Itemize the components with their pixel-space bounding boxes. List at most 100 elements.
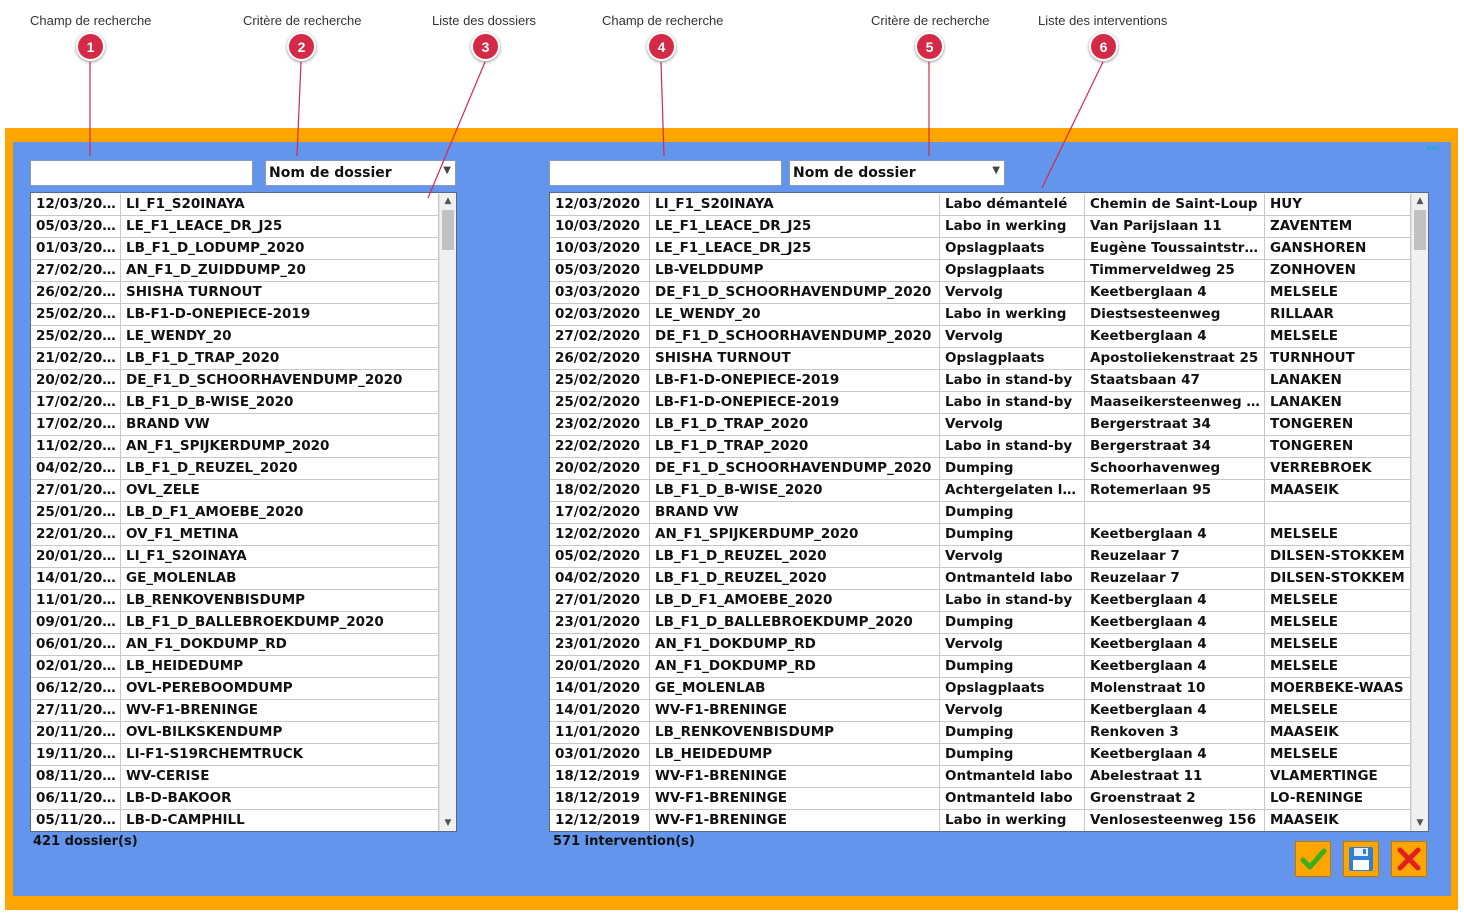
dossier-list-cell: SHISHA TURNOUT bbox=[121, 282, 439, 304]
dossier-list-row[interactable]: 05/11/2019 LB-D-CAMPHILL bbox=[31, 810, 439, 831]
intervention-list-cell: Labo in werking bbox=[940, 304, 1085, 326]
dossier-list-cell: WV-F1-BRENINGE bbox=[121, 700, 439, 722]
intervention-list-row[interactable]: 27/02/2020 DE_F1_D_SCHOORHAVENDUMP_2020 Ve… bbox=[550, 326, 1411, 348]
dossier-list-row[interactable]: 08/11/2019 WV-CERISE bbox=[31, 766, 439, 788]
dossier-list-row[interactable]: 17/02/2020 BRAND VW bbox=[31, 414, 439, 436]
dossier-list-row[interactable]: 19/11/2019 LI-F1-S19RCHEMTRUCK bbox=[31, 744, 439, 766]
dossier-list-row[interactable]: 01/03/2020 LB_F1_D_LODUMP_2020 bbox=[31, 238, 439, 260]
intervention-list-cell: Labo in stand-by bbox=[940, 590, 1085, 612]
dossier-list-row[interactable]: 02/01/2020 LB_HEIDEDUMP bbox=[31, 656, 439, 678]
intervention-list-row[interactable]: 18/02/2020 LB_F1_D_B-WISE_2020 Achtergelat… bbox=[550, 480, 1411, 502]
intervention-list-row[interactable]: 10/03/2020 LE_F1_LEACE_DR_J25 Opslagplaats… bbox=[550, 238, 1411, 260]
checkmark-icon bbox=[1300, 848, 1327, 870]
intervention-list-scrollbar[interactable]: ▲ ▼ bbox=[1411, 193, 1428, 831]
dossier-list-row[interactable]: 25/01/2020 LB_D_F1_AMOEBE_2020 bbox=[31, 502, 439, 524]
intervention-list-cell: DILSEN-STOKKEM bbox=[1265, 546, 1411, 568]
dossier-list-row[interactable]: 17/02/2020 LB_F1_D_B-WISE_2020 bbox=[31, 392, 439, 414]
intervention-list-row[interactable]: 20/01/2020 AN_F1_DOKDUMP_RD Dumping Keetber… bbox=[550, 656, 1411, 678]
dossier-list-row[interactable]: 06/11/2019 LB-D-BAKOOR bbox=[31, 788, 439, 810]
intervention-search-input[interactable] bbox=[549, 160, 782, 186]
intervention-list-cell: 10/03/2020 bbox=[550, 238, 650, 260]
intervention-list-cell: Renkoven 3 bbox=[1085, 722, 1265, 744]
scroll-up-icon[interactable]: ▲ bbox=[1412, 193, 1428, 209]
dossier-list-row[interactable]: 14/01/2020 GE_MOLENLAB bbox=[31, 568, 439, 590]
dossier-list-row[interactable]: 06/12/2019 OVL-PEREBOOMDUMP bbox=[31, 678, 439, 700]
intervention-list-row[interactable]: 12/02/2020 AN_F1_SPIJKERDUMP_2020 Dumping K… bbox=[550, 524, 1411, 546]
intervention-list-cell bbox=[1265, 502, 1411, 524]
intervention-list-cell: 12/12/2019 bbox=[550, 810, 650, 831]
dossier-list-cell: 12/03/2020 bbox=[31, 194, 121, 216]
intervention-list[interactable]: 12/03/2020 LI_F1_S20INAYA Labo démantelé Ch… bbox=[549, 192, 1429, 832]
dossier-search-input[interactable] bbox=[30, 160, 253, 186]
intervention-list-row[interactable]: 04/02/2020 LB_F1_D_REUZEL_2020 Ontmanteld … bbox=[550, 568, 1411, 590]
save-button[interactable] bbox=[1343, 841, 1379, 877]
dossier-list-row[interactable]: 20/11/2019 OVL-BILKSKENDUMP bbox=[31, 722, 439, 744]
intervention-list-row[interactable]: 20/02/2020 DE_F1_D_SCHOORHAVENDUMP_2020 Du… bbox=[550, 458, 1411, 480]
dossier-list-row[interactable]: 27/01/2020 OVL_ZELE bbox=[31, 480, 439, 502]
intervention-list-row[interactable]: 03/03/2020 DE_F1_D_SCHOORHAVENDUMP_2020 Ve… bbox=[550, 282, 1411, 304]
scroll-down-icon[interactable]: ▼ bbox=[440, 815, 456, 831]
intervention-list-row[interactable]: 05/02/2020 LB_F1_D_REUZEL_2020 Vervolg Reuz… bbox=[550, 546, 1411, 568]
intervention-list-row[interactable]: 23/01/2020 LB_F1_D_BALLEBROEKDUMP_2020 Dum… bbox=[550, 612, 1411, 634]
dossier-list-row[interactable]: 05/03/2020 LE_F1_LEACE_DR_J25 bbox=[31, 216, 439, 238]
intervention-list-row[interactable]: 23/02/2020 LB_F1_D_TRAP_2020 Vervolg Berger… bbox=[550, 414, 1411, 436]
dossier-criterion-select[interactable]: Nom de dossier ▼ bbox=[265, 160, 456, 186]
intervention-list-row[interactable]: 03/01/2020 LB_HEIDEDUMP Dumping Keetberglaa… bbox=[550, 744, 1411, 766]
intervention-list-row[interactable]: 18/12/2019 WV-F1-BRENINGE Ontmanteld labo A… bbox=[550, 766, 1411, 788]
intervention-list-cell: LANAKEN bbox=[1265, 370, 1411, 392]
confirm-button[interactable] bbox=[1295, 841, 1331, 877]
dossier-list-row[interactable]: 11/01/2020 LB_RENKOVENBISDUMP bbox=[31, 590, 439, 612]
dossier-list-row[interactable]: 11/02/2020 AN_F1_SPIJKERDUMP_2020 bbox=[31, 436, 439, 458]
scroll-thumb[interactable] bbox=[442, 210, 454, 250]
scroll-thumb[interactable] bbox=[1414, 210, 1426, 250]
dossier-list-row[interactable]: 25/02/2020 LB-F1-D-ONEPIECE-2019 bbox=[31, 304, 439, 326]
intervention-list-cell: MELSELE bbox=[1265, 744, 1411, 766]
intervention-list-row[interactable]: 10/03/2020 LE_F1_LEACE_DR_J25 Labo in werk… bbox=[550, 216, 1411, 238]
dossier-list-row[interactable]: 25/02/2020 LE_WENDY_20 bbox=[31, 326, 439, 348]
intervention-list-cell: MELSELE bbox=[1265, 700, 1411, 722]
intervention-list-row[interactable]: 12/03/2020 LI_F1_S20INAYA Labo démantelé Ch… bbox=[550, 194, 1411, 216]
dossier-list-cell: 19/11/2019 bbox=[31, 744, 121, 766]
dossier-list-scrollbar[interactable]: ▲ ▼ bbox=[439, 193, 456, 831]
dossier-list-row[interactable]: 09/01/2020 LB_F1_D_BALLEBROEKDUMP_2020 bbox=[31, 612, 439, 634]
scroll-up-icon[interactable]: ▲ bbox=[440, 193, 456, 209]
intervention-list-row[interactable]: 17/02/2020 BRAND VW Dumping bbox=[550, 502, 1411, 524]
intervention-list-row[interactable]: 26/02/2020 SHISHA TURNOUT Opslagplaats Apos… bbox=[550, 348, 1411, 370]
intervention-list-row[interactable]: 18/12/2019 WV-F1-BRENINGE Ontmanteld labo G… bbox=[550, 788, 1411, 810]
intervention-list-row[interactable]: 02/03/2020 LE_WENDY_20 Labo in werking Dies… bbox=[550, 304, 1411, 326]
intervention-list-row[interactable]: 25/02/2020 LB-F1-D-ONEPIECE-2019 Labo in s… bbox=[550, 392, 1411, 414]
intervention-list-row[interactable]: 23/01/2020 AN_F1_DOKDUMP_RD Vervolg Keetber… bbox=[550, 634, 1411, 656]
dossier-list-row[interactable]: 06/01/2020 AN_F1_DOKDUMP_RD bbox=[31, 634, 439, 656]
dossier-list-row[interactable]: 21/02/2020 LB_F1_D_TRAP_2020 bbox=[31, 348, 439, 370]
intervention-list-cell: LE_F1_LEACE_DR_J25 bbox=[650, 238, 940, 260]
close-icon bbox=[1397, 847, 1421, 871]
dossier-list-row[interactable]: 22/01/2020 OV_F1_METINA bbox=[31, 524, 439, 546]
intervention-criterion-select[interactable]: Nom de dossier ▼ bbox=[789, 160, 1005, 186]
intervention-list-row[interactable]: 22/02/2020 LB_F1_D_TRAP_2020 Labo in stand… bbox=[550, 436, 1411, 458]
dossier-list-cell: LB-D-CAMPHILL bbox=[121, 810, 439, 831]
dossier-list-row[interactable]: 27/02/2020 AN_F1_D_ZUIDDUMP_20 bbox=[31, 260, 439, 282]
intervention-list-row[interactable]: 25/02/2020 LB-F1-D-ONEPIECE-2019 Labo in s… bbox=[550, 370, 1411, 392]
dossier-list-row[interactable]: 20/01/2020 LI_F1_S2OINAYA bbox=[31, 546, 439, 568]
intervention-list-cell: LE_F1_LEACE_DR_J25 bbox=[650, 216, 940, 238]
callout-badge-2: 2 bbox=[287, 32, 316, 61]
scroll-down-icon[interactable]: ▼ bbox=[1412, 815, 1428, 831]
intervention-list-row[interactable]: 14/01/2020 GE_MOLENLAB Opslagplaats Molenst… bbox=[550, 678, 1411, 700]
intervention-list-cell: Keetberglaan 4 bbox=[1085, 612, 1265, 634]
dossier-list-row[interactable]: 26/02/2020 SHISHA TURNOUT bbox=[31, 282, 439, 304]
intervention-list-row[interactable]: 27/01/2020 LB_D_F1_AMOEBE_2020 Labo in sta… bbox=[550, 590, 1411, 612]
intervention-list-cell: Achtergelaten labo bbox=[940, 480, 1085, 502]
dossier-list-row[interactable]: 27/11/2019 WV-F1-BRENINGE bbox=[31, 700, 439, 722]
intervention-list-cell: Dumping bbox=[940, 656, 1085, 678]
intervention-list-row[interactable]: 05/03/2020 LB-VELDDUMP Opslagplaats Timmerv… bbox=[550, 260, 1411, 282]
intervention-list-row[interactable]: 14/01/2020 WV-F1-BRENINGE Vervolg Keetbergl… bbox=[550, 700, 1411, 722]
intervention-list-row[interactable]: 11/01/2020 LB_RENKOVENBISDUMP Dumping Renko… bbox=[550, 722, 1411, 744]
minimize-handle[interactable] bbox=[1426, 146, 1439, 150]
dossier-list-row[interactable]: 12/03/2020 LI_F1_S20INAYA bbox=[31, 194, 439, 216]
dossier-list-row[interactable]: 04/02/2020 LB_F1_D_REUZEL_2020 bbox=[31, 458, 439, 480]
cancel-button[interactable] bbox=[1391, 841, 1427, 877]
dossier-list[interactable]: 12/03/2020 LI_F1_S20INAYA 05/03/2020 LE_F1_… bbox=[30, 192, 457, 832]
intervention-list-row[interactable]: 12/12/2019 WV-F1-BRENINGE Labo in werking V… bbox=[550, 810, 1411, 831]
dossier-list-row[interactable]: 20/02/2020 DE_F1_D_SCHOORHAVENDUMP_2020 bbox=[31, 370, 439, 392]
intervention-list-cell: DILSEN-STOKKEM bbox=[1265, 568, 1411, 590]
